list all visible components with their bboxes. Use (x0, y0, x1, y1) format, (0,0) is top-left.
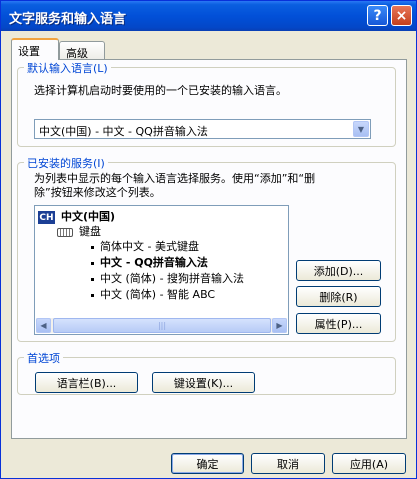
default-input-label: 默认输入语言(L) (24, 60, 111, 76)
cancel-button[interactable]: 取消 (251, 453, 325, 474)
horizontal-scrollbar[interactable]: ◀ ||| ▶ (36, 318, 287, 333)
remove-button[interactable]: 删除(R) (296, 286, 381, 307)
properties-button[interactable]: 属性(P)... (296, 313, 381, 334)
keyboard-icon (57, 228, 73, 237)
preferences-label: 首选项 (24, 350, 63, 366)
service-item[interactable]: 中文 (简体) - 智能 ABC (100, 288, 215, 302)
tab-settings[interactable]: 设置 (11, 38, 59, 60)
tree-language-item[interactable]: 中文(中国) (61, 210, 115, 224)
bullet-icon (91, 246, 94, 249)
default-input-description: 选择计算机启动时要使用的一个已安装的输入语言。 (34, 84, 287, 97)
tab-advanced[interactable]: 高级 (59, 41, 105, 61)
title-bar[interactable]: 文字服务和输入语言 ? × (1, 1, 416, 31)
dialog-window: 文字服务和输入语言 ? × 设置 高级 默认输入语言(L) 选择计算机启动时要使… (0, 0, 417, 479)
scroll-left-icon[interactable]: ◀ (36, 318, 51, 333)
help-button[interactable]: ? (367, 5, 388, 26)
bullet-icon (91, 262, 94, 265)
chevron-down-icon[interactable]: ▼ (353, 121, 369, 137)
default-language-select[interactable]: 中文(中国) - 中文 - QQ拼音输入法 ▼ (34, 119, 371, 139)
close-button[interactable]: × (391, 5, 412, 26)
service-item[interactable]: 简体中文 - 美式键盘 (100, 240, 199, 254)
installed-description-line2: 除”按钮来修改这个列表。 (34, 186, 161, 199)
service-item[interactable]: 中文 (简体) - 搜狗拼音输入法 (100, 272, 244, 286)
tree-keyboard-item[interactable]: 键盘 (79, 225, 101, 239)
language-badge-icon: CH (38, 211, 55, 224)
services-tree[interactable]: CH 中文(中国) 键盘 简体中文 - 美式键盘 中文 - QQ拼音输入法 中文… (34, 205, 289, 335)
scroll-right-icon[interactable]: ▶ (272, 318, 287, 333)
key-settings-button[interactable]: 键设置(K)... (152, 372, 255, 393)
default-language-value: 中文(中国) - 中文 - QQ拼音输入法 (39, 125, 208, 138)
scroll-thumb[interactable]: ||| (53, 318, 271, 333)
ok-button[interactable]: 确定 (171, 453, 244, 474)
add-button[interactable]: 添加(D)... (296, 260, 381, 281)
bullet-icon (91, 278, 94, 281)
service-item-selected[interactable]: 中文 - QQ拼音输入法 (100, 256, 208, 270)
bullet-icon (91, 294, 94, 297)
apply-button[interactable]: 应用(A) (332, 453, 406, 474)
installed-description-line1: 为列表中显示的每个输入语言选择服务。使用“添加”和“删 (34, 172, 316, 185)
language-bar-button[interactable]: 语言栏(B)... (35, 372, 138, 393)
window-title: 文字服务和输入语言 (9, 12, 127, 27)
installed-services-label: 已安装的服务(I) (24, 155, 108, 171)
